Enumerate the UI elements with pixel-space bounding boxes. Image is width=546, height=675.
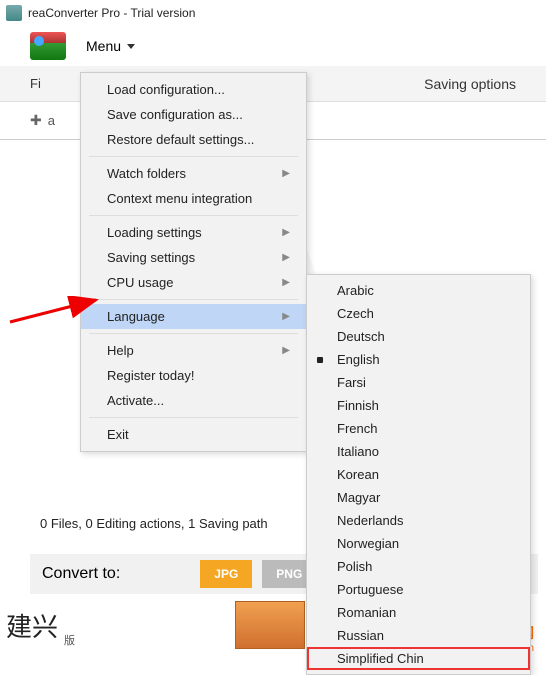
app-logo	[30, 32, 66, 60]
chevron-right-icon: ▶	[282, 227, 290, 238]
language-option[interactable]: Farsi	[307, 371, 530, 394]
footer-boxshot	[235, 601, 305, 649]
chevron-right-icon: ▶	[282, 168, 290, 179]
menu-exit[interactable]: Exit	[81, 422, 306, 447]
menu-help[interactable]: Help▶	[81, 338, 306, 363]
menu-loading-settings[interactable]: Loading settings▶	[81, 220, 306, 245]
menu-load-config[interactable]: Load configuration...	[81, 77, 306, 102]
menu-saving-settings[interactable]: Saving settings▶	[81, 245, 306, 270]
menu-watch-folders[interactable]: Watch folders▶	[81, 161, 306, 186]
convert-to-label: Convert to:	[42, 565, 120, 583]
plus-icon[interactable]: ✚	[30, 112, 42, 129]
language-option[interactable]: Korean	[307, 463, 530, 486]
language-option[interactable]: Arabic	[307, 279, 530, 302]
chevron-right-icon: ▶	[282, 311, 290, 322]
menu-restore[interactable]: Restore default settings...	[81, 127, 306, 152]
menu-separator	[89, 333, 298, 334]
language-option[interactable]: Russian	[307, 624, 530, 647]
language-option[interactable]: Deutsch	[307, 325, 530, 348]
footer-cn-sub: 版	[64, 632, 75, 648]
chevron-right-icon: ▶	[282, 345, 290, 356]
language-option[interactable]: French	[307, 417, 530, 440]
language-submenu: ArabicCzechDeutschEnglishFarsiFinnishFre…	[306, 274, 531, 675]
menu-label: Menu	[86, 38, 121, 54]
language-option[interactable]: Nederlands	[307, 509, 530, 532]
language-option[interactable]: English	[307, 348, 530, 371]
menu-register[interactable]: Register today!	[81, 363, 306, 388]
main-menu-dropdown: Load configuration... Save configuration…	[80, 72, 307, 452]
add-label-partial[interactable]: a	[48, 113, 55, 128]
menu-save-config[interactable]: Save configuration as...	[81, 102, 306, 127]
tab-saving-options[interactable]: Saving options	[424, 76, 516, 92]
window-title: reaConverter Pro - Trial version	[28, 6, 195, 20]
language-option[interactable]: Portuguese	[307, 578, 530, 601]
menu-activate[interactable]: Activate...	[81, 388, 306, 413]
language-option[interactable]: Italiano	[307, 440, 530, 463]
language-option[interactable]: Czech	[307, 302, 530, 325]
annotation-arrow	[8, 296, 108, 326]
format-jpg-button[interactable]: JPG	[200, 560, 252, 588]
menu-context-menu[interactable]: Context menu integration	[81, 186, 306, 211]
app-icon	[6, 5, 22, 21]
language-option[interactable]: Romanian	[307, 601, 530, 624]
caret-down-icon	[127, 44, 135, 49]
menu-button[interactable]: Menu	[78, 34, 143, 58]
status-text: 0 Files, 0 Editing actions, 1 Saving pat…	[40, 516, 268, 531]
footer-cn-text: 建兴	[6, 607, 58, 644]
menu-separator	[89, 299, 298, 300]
chevron-right-icon: ▶	[282, 277, 290, 288]
menu-separator	[89, 417, 298, 418]
chevron-right-icon: ▶	[282, 252, 290, 263]
menu-cpu-usage[interactable]: CPU usage▶	[81, 270, 306, 295]
menu-separator	[89, 156, 298, 157]
menu-language[interactable]: Language▶	[81, 304, 306, 329]
language-option[interactable]: Norwegian	[307, 532, 530, 555]
language-option[interactable]: Simplified Chin	[307, 647, 530, 670]
language-option[interactable]: Finnish	[307, 394, 530, 417]
language-option[interactable]: Magyar	[307, 486, 530, 509]
menu-separator	[89, 215, 298, 216]
language-option[interactable]: Polish	[307, 555, 530, 578]
tab-files-partial[interactable]: Fi	[30, 76, 41, 91]
